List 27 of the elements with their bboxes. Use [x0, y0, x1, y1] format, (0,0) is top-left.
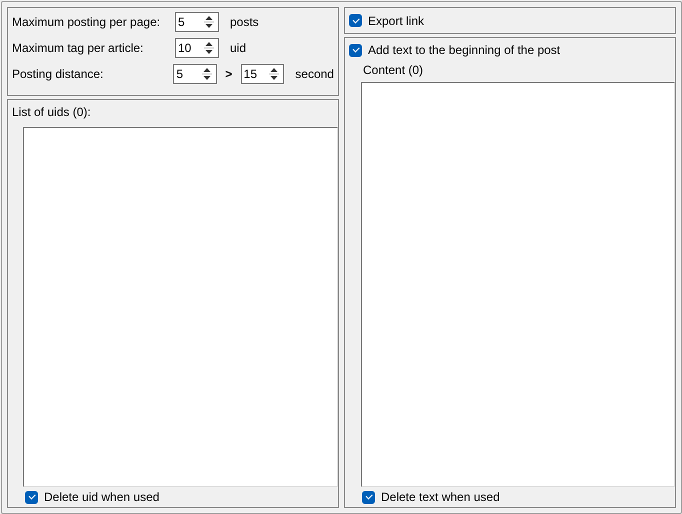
setting-label: Maximum tag per article: [12, 41, 144, 55]
spin-arrows-icon[interactable] [203, 14, 215, 30]
unit-label: second [295, 67, 334, 81]
checkbox[interactable] [349, 14, 362, 27]
uid-list-field[interactable] [23, 127, 338, 487]
checkbox[interactable] [362, 490, 375, 504]
range-separator: > [224, 67, 234, 81]
spin-box[interactable]: 5 [175, 12, 219, 32]
unit-label: uid [230, 41, 246, 55]
spin-box[interactable]: 15 [240, 64, 284, 84]
checkbox[interactable] [25, 490, 38, 504]
checkbox-label: Delete uid when used [44, 490, 160, 504]
setting-label: Maximum posting per page: [12, 15, 162, 29]
content-label: Content (0) [363, 63, 424, 77]
checkbox-label: Export link [368, 14, 424, 28]
unit-label: posts [230, 15, 259, 29]
spin-box[interactable]: 5 [173, 64, 217, 84]
spin-arrows-icon[interactable] [200, 66, 213, 82]
spin-arrows-icon[interactable] [268, 66, 280, 82]
list-label: List of uids (0): [12, 105, 92, 119]
spin-arrows-icon[interactable] [203, 40, 215, 56]
content-field[interactable] [361, 82, 675, 487]
checkbox-label: Delete text when used [381, 490, 500, 504]
spin-box[interactable]: 10 [175, 38, 219, 58]
checkbox-label: Add text to the beginning of the post [368, 43, 560, 57]
checkbox[interactable] [349, 44, 362, 56]
setting-label: Posting distance: [12, 67, 104, 81]
